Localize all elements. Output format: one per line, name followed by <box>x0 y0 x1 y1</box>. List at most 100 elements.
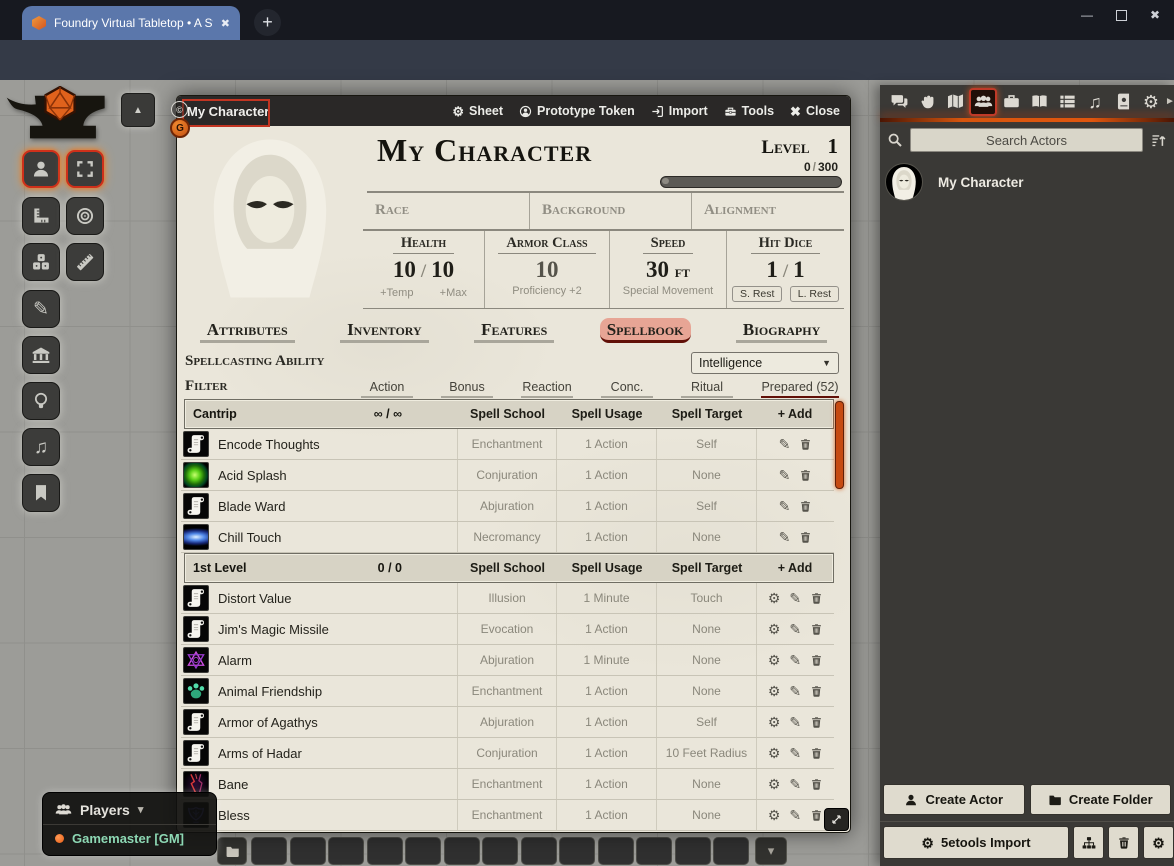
tool-ruler[interactable] <box>66 243 104 281</box>
spell-row[interactable]: Animal Friendship Enchantment 1 Action N… <box>181 676 834 707</box>
delete-spell-icon[interactable] <box>799 469 812 482</box>
spell-name[interactable]: Bless <box>218 808 250 823</box>
macro-slot[interactable] <box>482 837 518 865</box>
macro-slot[interactable] <box>251 837 287 865</box>
window-resize-handle[interactable] <box>824 808 849 831</box>
tool-target-template[interactable] <box>66 197 104 235</box>
prepare-spell-icon[interactable]: ⚙ <box>768 777 781 791</box>
character-sheet-window[interactable]: My Character © G ⚙Sheet Prototype Token … <box>176 95 851 833</box>
character-portrait[interactable] <box>177 126 363 311</box>
delete-spell-icon[interactable] <box>799 500 812 513</box>
actor-name[interactable]: My Character <box>938 175 1024 190</box>
actor-list-item[interactable]: My Character <box>880 158 1174 206</box>
tool-notes[interactable] <box>22 474 60 512</box>
tool-select[interactable] <box>66 150 104 188</box>
tab-chat[interactable] <box>885 88 913 116</box>
tab-features[interactable]: Features <box>474 318 554 343</box>
prepare-spell-icon[interactable]: ⚙ <box>768 684 781 698</box>
tab-combat[interactable] <box>913 88 941 116</box>
edit-spell-icon[interactable]: ✎ <box>789 622 801 636</box>
macro-slot[interactable] <box>367 837 403 865</box>
edit-spell-icon[interactable]: ✎ <box>789 684 801 698</box>
xp-display[interactable]: 0/300 <box>804 160 838 174</box>
macro-slot[interactable] <box>444 837 480 865</box>
edit-spell-icon[interactable]: ✎ <box>789 746 801 760</box>
spell-name[interactable]: Encode Thoughts <box>218 437 320 452</box>
max-hp-mod[interactable]: +Max <box>440 287 467 299</box>
filter-ritual[interactable]: Ritual <box>681 380 733 398</box>
spell-row[interactable]: Distort Value Illusion 1 Minute Touch ⚙✎ <box>181 583 834 614</box>
prepare-spell-icon[interactable]: ⚙ <box>768 653 781 667</box>
alignment-field[interactable]: Alignment <box>691 193 844 229</box>
spell-name[interactable]: Arms of Hadar <box>218 746 302 761</box>
macro-slot[interactable] <box>636 837 672 865</box>
settings-button[interactable]: ⚙ <box>1143 826 1174 859</box>
delete-spell-icon[interactable] <box>810 809 823 822</box>
tab-playlists[interactable]: ♫ <box>1081 88 1109 116</box>
filter-action[interactable]: Action <box>361 380 413 398</box>
tab-tables[interactable] <box>1053 88 1081 116</box>
special-movement[interactable]: Special Movement <box>610 285 726 297</box>
macro-slot[interactable] <box>598 837 634 865</box>
tool-dice[interactable] <box>22 243 60 281</box>
tool-tiles[interactable] <box>22 336 60 374</box>
spell-name[interactable]: Bane <box>218 777 248 792</box>
edit-spell-icon[interactable]: ✎ <box>779 468 791 482</box>
spell-name[interactable]: Acid Splash <box>218 468 287 483</box>
short-rest-button[interactable]: S. Rest <box>732 286 782 302</box>
tab-attributes[interactable]: Attributes <box>200 318 295 343</box>
ac-value[interactable]: 10 <box>485 257 609 282</box>
prepare-spell-icon[interactable]: ⚙ <box>768 591 781 605</box>
spell-icon-scroll[interactable] <box>183 740 209 766</box>
spell-name[interactable]: Animal Friendship <box>218 684 322 699</box>
prepare-spell-icon[interactable]: ⚙ <box>768 746 781 760</box>
edit-spell-icon[interactable]: ✎ <box>779 437 791 451</box>
spell-name[interactable]: Blade Ward <box>218 499 285 514</box>
spell-icon-scroll[interactable] <box>183 709 209 735</box>
window-close-button[interactable]: ✖ <box>1140 4 1170 26</box>
edit-spell-icon[interactable]: ✎ <box>789 808 801 822</box>
import-button[interactable]: Import <box>651 104 708 118</box>
delete-spell-icon[interactable] <box>810 685 823 698</box>
spell-row[interactable]: Blade Ward Abjuration 1 Action Self ✎ <box>181 491 834 522</box>
spell-icon-paw[interactable] <box>183 678 209 704</box>
macro-slot[interactable] <box>328 837 364 865</box>
prepare-spell-icon[interactable]: ⚙ <box>768 622 781 636</box>
spell-list-scrollbar[interactable] <box>835 401 844 489</box>
prepare-spell-icon[interactable]: ⚙ <box>768 715 781 729</box>
edit-spell-icon[interactable]: ✎ <box>789 715 801 729</box>
long-rest-button[interactable]: L. Rest <box>790 286 839 302</box>
delete-spell-icon[interactable] <box>810 654 823 667</box>
filter-concentration[interactable]: Conc. <box>601 380 653 398</box>
fivetools-import-button[interactable]: ⚙5etools Import <box>883 826 1069 859</box>
search-input[interactable] <box>910 128 1143 152</box>
delete-spell-icon[interactable] <box>799 438 812 451</box>
spell-name[interactable]: Chill Touch <box>218 530 281 545</box>
delete-spell-icon[interactable] <box>810 623 823 636</box>
delete-spell-icon[interactable] <box>810 778 823 791</box>
game-canvas[interactable]: ▲ ✎ ♫ ▾ My Character © G ⚙Sheet Prototyp… <box>0 80 1174 866</box>
temp-hp[interactable]: +Temp <box>380 287 413 299</box>
window-maximize-button[interactable] <box>1106 4 1136 26</box>
speed-value[interactable]: 30 ft <box>610 257 726 282</box>
edit-spell-icon[interactable]: ✎ <box>779 530 791 544</box>
character-name[interactable]: My Character <box>377 134 592 166</box>
spell-name[interactable]: Armor of Agathys <box>218 715 318 730</box>
tab-items[interactable] <box>997 88 1025 116</box>
spell-row[interactable]: Alarm Abjuration 1 Minute None ⚙✎ <box>181 645 834 676</box>
hotbar-page-button[interactable]: ▾ <box>755 837 787 865</box>
tool-measure[interactable] <box>22 197 60 235</box>
ability-select[interactable]: Intelligence ▼ <box>691 352 839 374</box>
sort-folders-icon[interactable] <box>1150 132 1167 149</box>
collapse-controls-button[interactable]: ▲ <box>121 93 155 127</box>
actor-avatar[interactable] <box>885 163 923 201</box>
spell-name[interactable]: Alarm <box>218 653 252 668</box>
spell-row[interactable]: Bless Enchantment 1 Action None ⚙✎ <box>181 800 834 831</box>
macro-slot[interactable] <box>405 837 441 865</box>
delete-spell-icon[interactable] <box>810 592 823 605</box>
hit-dice-value[interactable]: 1/1 <box>727 257 844 283</box>
spell-row[interactable]: Armor of Agathys Abjuration 1 Action Sel… <box>181 707 834 738</box>
tab-actors[interactable] <box>969 88 997 116</box>
edit-spell-icon[interactable]: ✎ <box>789 591 801 605</box>
players-header[interactable]: Players ▾ <box>43 793 216 825</box>
